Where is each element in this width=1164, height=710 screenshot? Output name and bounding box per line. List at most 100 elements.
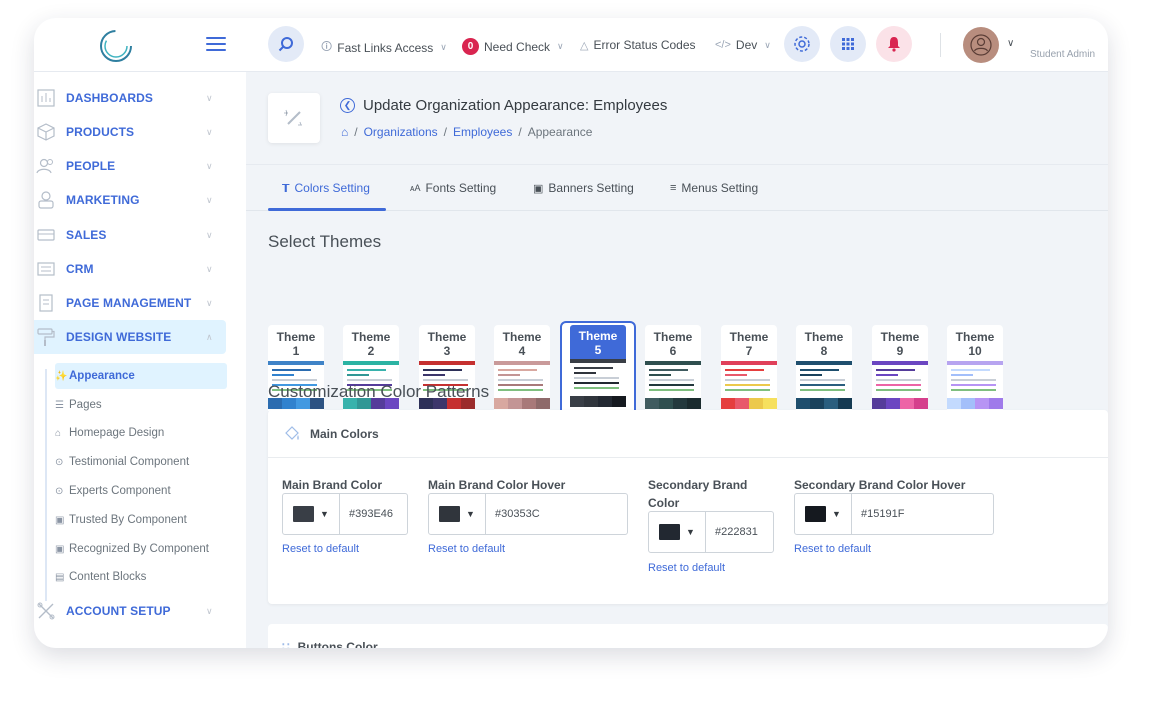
tab-banners-setting[interactable]: ▣ Banners Setting — [533, 165, 634, 211]
error-codes-menu[interactable]: △ Error Status Codes — [580, 38, 696, 52]
main-colors-card: Main Colors Main Brand Color ▼ #393E46 R… — [268, 410, 1108, 604]
breadcrumb-employees[interactable]: Employees — [453, 125, 512, 139]
theme-option-10[interactable]: Theme 10 — [947, 325, 1003, 411]
reset-to-default-link[interactable]: Reset to default — [794, 543, 871, 555]
sidebar-subitem-homepage-design[interactable]: ⌂ Homepage Design — [55, 420, 227, 446]
avatar[interactable] — [963, 27, 999, 63]
sidebar-item-label: MARKETING — [66, 193, 140, 207]
sidebar-item-dashboards[interactable]: DASHBOARDS ∨ — [34, 81, 226, 115]
hex-value[interactable]: #30353C — [486, 494, 540, 534]
color-picker-button[interactable]: ▼ — [283, 494, 340, 534]
reset-to-default-link[interactable]: Reset to default — [428, 543, 505, 555]
theme-number: 5 — [594, 343, 602, 357]
sidebar-item-label: PEOPLE — [66, 159, 116, 173]
hamburger-menu-button[interactable] — [206, 37, 226, 51]
sidebar-item-page-management[interactable]: PAGE MANAGEMENT ∨ — [34, 286, 226, 320]
need-check-menu[interactable]: 0 Need Check ∨ — [462, 38, 564, 55]
theme-name: Theme 1 — [268, 325, 324, 361]
expert-icon: ⊙ — [55, 485, 64, 497]
theme-option-5[interactable]: Theme 5 — [560, 321, 636, 417]
theme-option-7[interactable]: Theme 7 — [721, 325, 777, 411]
theme-color-swatch — [721, 398, 735, 409]
hex-value[interactable]: #222831 — [706, 512, 758, 552]
theme-color-swatch — [612, 396, 626, 407]
theme-number: 2 — [367, 344, 375, 358]
theme-preview — [494, 361, 550, 409]
app-logo[interactable] — [98, 28, 134, 64]
apps-grid-button[interactable] — [830, 26, 866, 62]
tab-colors-setting[interactable]: 𝗧 Colors Setting — [282, 165, 370, 211]
sidebar-subitem-label: Homepage Design — [69, 427, 165, 439]
fast-links-menu[interactable]: 🛈 Fast Links Access ∨ — [321, 38, 447, 57]
sidebar-subitem-pages[interactable]: ☰ Pages — [55, 392, 227, 418]
theme-color-swatch — [961, 398, 975, 409]
sidebar-subitem-testimonial[interactable]: ⊙ Testimonial Component — [55, 449, 227, 475]
sidebar-item-account-setup[interactable]: ACCOUNT SETUP ∨ — [34, 594, 226, 628]
settings-button[interactable] — [784, 26, 820, 62]
theme-option-8[interactable]: Theme 8 — [796, 325, 852, 411]
breadcrumb-current: Appearance — [527, 125, 593, 139]
theme-preview-line — [951, 369, 991, 371]
home-icon[interactable]: ⌂ — [341, 125, 348, 139]
tab-menus-setting[interactable]: ≡ Menus Setting — [670, 165, 758, 211]
chevron-down-icon[interactable]: ∨ — [1007, 38, 1014, 49]
theme-preview-line — [800, 369, 840, 371]
breadcrumb: ⌂ / Organizations / Employees / Appearan… — [341, 125, 593, 139]
theme-preview-line — [498, 369, 538, 371]
page-icon — [39, 294, 53, 312]
color-picker-button[interactable]: ▼ — [795, 494, 852, 534]
theme-option-9[interactable]: Theme 9 — [872, 325, 928, 411]
sidebar-subitem-content-blocks[interactable]: ▤ Content Blocks — [55, 564, 227, 590]
color-picker-button[interactable]: ▼ — [649, 512, 706, 552]
main-brand-color-hover-input[interactable]: ▼ #30353C — [428, 493, 628, 535]
sidebar-subitem-trusted-by[interactable]: ▣ Trusted By Component — [55, 507, 227, 533]
theme-name-line: Theme — [955, 330, 995, 344]
user-icon — [970, 34, 992, 56]
sidebar-subitem-experts[interactable]: ⊙ Experts Component — [55, 478, 227, 504]
sidebar-item-sales[interactable]: SALES ∨ — [34, 218, 226, 252]
marketing-icon — [38, 191, 54, 209]
theme-preview — [570, 359, 626, 407]
chevron-down-icon: ∨ — [206, 194, 213, 205]
theme-option-6[interactable]: Theme 6 — [645, 325, 701, 411]
secondary-brand-color-input[interactable]: ▼ #222831 — [648, 511, 774, 553]
back-circle-icon[interactable]: ❮ — [340, 98, 355, 113]
sidebar-item-people[interactable]: PEOPLE ∨ — [34, 149, 226, 183]
trusted-icon: ▣ — [55, 514, 65, 526]
field-label: Secondary Brand Color Hover — [794, 478, 966, 492]
dev-menu[interactable]: </> Dev ∨ — [715, 38, 771, 52]
theme-name: Theme 5 — [570, 325, 626, 359]
breadcrumb-organizations[interactable]: Organizations — [364, 125, 438, 139]
field-secondary-brand-color: Secondary Brand Color — [648, 476, 768, 512]
secondary-brand-color-hover-input[interactable]: ▼ #15191F — [794, 493, 994, 535]
sidebar-subitem-recognized-by[interactable]: ▣ Recognized By Component — [55, 536, 227, 562]
theme-preview-header — [721, 361, 777, 365]
sidebar-item-products[interactable]: PRODUCTS ∨ — [34, 115, 226, 149]
theme-name: Theme 10 — [947, 325, 1003, 361]
chevron-down-icon: ∨ — [206, 605, 213, 616]
search-button[interactable] — [268, 26, 304, 62]
sidebar-item-marketing[interactable]: MARKETING ∨ — [34, 183, 226, 217]
theme-option-4[interactable]: Theme 4 — [494, 325, 550, 411]
theme-color-swatch — [947, 398, 961, 409]
notifications-button[interactable] — [876, 26, 912, 62]
theme-preview-line — [423, 374, 446, 376]
sidebar-item-design-website[interactable]: DESIGN WEBSITE ∧ — [34, 320, 226, 354]
sidebar-item-crm[interactable]: CRM ∨ — [34, 252, 226, 286]
hex-value[interactable]: #393E46 — [340, 494, 393, 534]
theme-preview-line — [800, 389, 845, 391]
theme-preview-line — [423, 379, 468, 381]
color-picker-button[interactable]: ▼ — [429, 494, 486, 534]
main-brand-color-input[interactable]: ▼ #393E46 — [282, 493, 408, 535]
paint-roller-icon: 𝗧 — [282, 182, 290, 195]
theme-color-swatch — [598, 396, 612, 407]
hex-value[interactable]: #15191F — [852, 494, 904, 534]
tab-fonts-setting[interactable]: ᴀA Fonts Setting — [410, 165, 496, 211]
theme-preview-line — [649, 384, 694, 386]
reset-to-default-link[interactable]: Reset to default — [282, 543, 359, 555]
sidebar-subitem-appearance[interactable]: ✨ Appearance — [55, 363, 227, 389]
reset-to-default-link[interactable]: Reset to default — [648, 562, 725, 574]
field-secondary-brand-color-hover: Secondary Brand Color Hover — [794, 476, 965, 494]
need-check-label: Need Check — [484, 39, 551, 54]
theme-number: 9 — [896, 344, 904, 358]
